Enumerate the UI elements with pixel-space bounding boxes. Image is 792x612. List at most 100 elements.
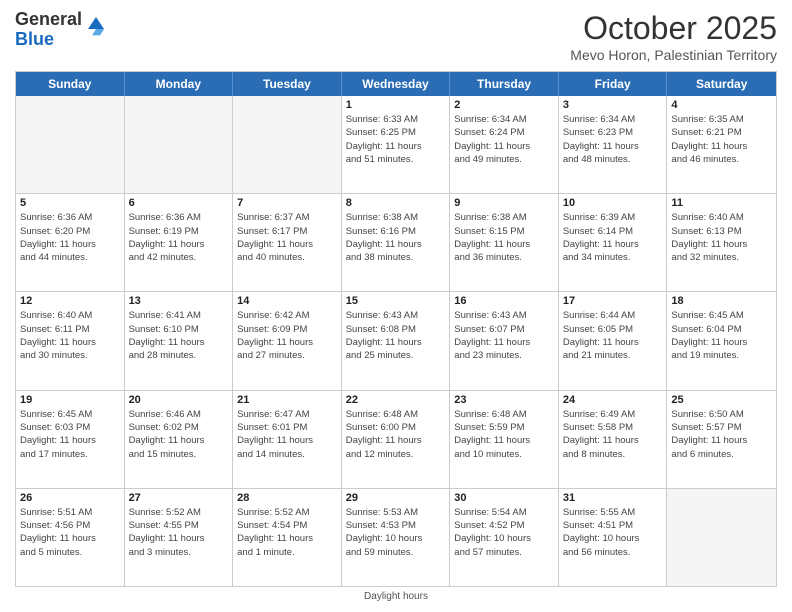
day-number: 5 [20, 197, 120, 209]
week-row-1: 1 Sunrise: 6:33 AM Sunset: 6:25 PM Daylig… [16, 96, 776, 194]
week-row-2: 5 Sunrise: 6:36 AM Sunset: 6:20 PM Daylig… [16, 194, 776, 292]
day-cell: 8 Sunrise: 6:38 AM Sunset: 6:16 PM Daylig… [342, 194, 451, 291]
day-info: Sunrise: 6:49 AM Sunset: 5:58 PM Dayligh… [563, 408, 663, 461]
day-cell: 21 Sunrise: 6:47 AM Sunset: 6:01 PM Dayli… [233, 391, 342, 488]
day-number: 28 [237, 492, 337, 504]
day-info: Sunrise: 6:33 AM Sunset: 6:25 PM Dayligh… [346, 113, 446, 166]
day-header-friday: Friday [559, 72, 668, 96]
day-info: Sunrise: 6:48 AM Sunset: 5:59 PM Dayligh… [454, 408, 554, 461]
day-cell: 17 Sunrise: 6:44 AM Sunset: 6:05 PM Dayli… [559, 292, 668, 389]
day-number: 23 [454, 394, 554, 406]
day-header-monday: Monday [125, 72, 234, 96]
day-info: Sunrise: 6:50 AM Sunset: 5:57 PM Dayligh… [671, 408, 772, 461]
day-number: 18 [671, 295, 772, 307]
day-number: 6 [129, 197, 229, 209]
day-info: Sunrise: 6:45 AM Sunset: 6:03 PM Dayligh… [20, 408, 120, 461]
day-cell: 2 Sunrise: 6:34 AM Sunset: 6:24 PM Daylig… [450, 96, 559, 193]
footer-note: Daylight hours [15, 591, 777, 602]
day-number: 12 [20, 295, 120, 307]
logo-text: General Blue [15, 10, 82, 50]
header: General Blue October 2025 Mevo Horon, Pa… [15, 10, 777, 63]
month-title: October 2025 [570, 10, 777, 47]
day-cell [233, 96, 342, 193]
day-info: Sunrise: 6:43 AM Sunset: 6:08 PM Dayligh… [346, 309, 446, 362]
day-info: Sunrise: 6:40 AM Sunset: 6:11 PM Dayligh… [20, 309, 120, 362]
day-header-wednesday: Wednesday [342, 72, 451, 96]
day-cell: 10 Sunrise: 6:39 AM Sunset: 6:14 PM Dayli… [559, 194, 668, 291]
day-info: Sunrise: 5:54 AM Sunset: 4:52 PM Dayligh… [454, 506, 554, 559]
day-number: 24 [563, 394, 663, 406]
day-number: 27 [129, 492, 229, 504]
day-number: 17 [563, 295, 663, 307]
day-info: Sunrise: 6:39 AM Sunset: 6:14 PM Dayligh… [563, 211, 663, 264]
day-info: Sunrise: 6:36 AM Sunset: 6:19 PM Dayligh… [129, 211, 229, 264]
day-number: 2 [454, 99, 554, 111]
day-number: 25 [671, 394, 772, 406]
day-number: 8 [346, 197, 446, 209]
calendar-body: 1 Sunrise: 6:33 AM Sunset: 6:25 PM Daylig… [16, 96, 776, 586]
day-info: Sunrise: 5:52 AM Sunset: 4:54 PM Dayligh… [237, 506, 337, 559]
day-info: Sunrise: 6:42 AM Sunset: 6:09 PM Dayligh… [237, 309, 337, 362]
day-number: 13 [129, 295, 229, 307]
day-cell: 22Sunrise: 6:48 AM Sunset: 6:00 PM Dayli… [342, 391, 451, 488]
day-info: Sunrise: 6:43 AM Sunset: 6:07 PM Dayligh… [454, 309, 554, 362]
day-info: Sunrise: 6:46 AM Sunset: 6:02 PM Dayligh… [129, 408, 229, 461]
day-cell [667, 489, 776, 586]
day-cell [16, 96, 125, 193]
day-info: Sunrise: 6:34 AM Sunset: 6:23 PM Dayligh… [563, 113, 663, 166]
day-cell: 24 Sunrise: 6:49 AM Sunset: 5:58 PM Dayli… [559, 391, 668, 488]
day-info: Sunrise: 6:45 AM Sunset: 6:04 PM Dayligh… [671, 309, 772, 362]
day-cell: 16 Sunrise: 6:43 AM Sunset: 6:07 PM Dayli… [450, 292, 559, 389]
day-info: Sunrise: 5:51 AM Sunset: 4:56 PM Dayligh… [20, 506, 120, 559]
day-header-thursday: Thursday [450, 72, 559, 96]
day-header-sunday: Sunday [16, 72, 125, 96]
logo-icon [84, 13, 108, 37]
day-info: Sunrise: 6:36 AM Sunset: 6:20 PM Dayligh… [20, 211, 120, 264]
day-number: 1 [346, 99, 446, 111]
day-cell: 25 Sunrise: 6:50 AM Sunset: 5:57 PM Dayli… [667, 391, 776, 488]
day-number: 7 [237, 197, 337, 209]
day-cell: 26Sunrise: 5:51 AM Sunset: 4:56 PM Dayli… [16, 489, 125, 586]
day-info: Sunrise: 5:53 AM Sunset: 4:53 PM Dayligh… [346, 506, 446, 559]
day-cell: 29 Sunrise: 5:53 AM Sunset: 4:53 PM Dayli… [342, 489, 451, 586]
day-cell: 5 Sunrise: 6:36 AM Sunset: 6:20 PM Daylig… [16, 194, 125, 291]
day-header-saturday: Saturday [667, 72, 776, 96]
day-cell [125, 96, 234, 193]
day-number: 22 [346, 394, 446, 406]
day-number: 31 [563, 492, 663, 504]
day-number: 9 [454, 197, 554, 209]
day-cell: 19 Sunrise: 6:45 AM Sunset: 6:03 PM Dayli… [16, 391, 125, 488]
day-header-tuesday: Tuesday [233, 72, 342, 96]
day-cell: 31 Sunrise: 5:55 AM Sunset: 4:51 PM Dayli… [559, 489, 668, 586]
day-info: Sunrise: 5:55 AM Sunset: 4:51 PM Dayligh… [563, 506, 663, 559]
logo-general: General [15, 10, 82, 30]
day-number: 10 [563, 197, 663, 209]
day-number: 19 [20, 394, 120, 406]
day-info: Sunrise: 6:34 AM Sunset: 6:24 PM Dayligh… [454, 113, 554, 166]
day-info: Sunrise: 6:40 AM Sunset: 6:13 PM Dayligh… [671, 211, 772, 264]
day-number: 14 [237, 295, 337, 307]
day-cell: 9Sunrise: 6:38 AM Sunset: 6:15 PM Daylig… [450, 194, 559, 291]
calendar: SundayMondayTuesdayWednesdayThursdayFrid… [15, 71, 777, 587]
day-cell: 18 Sunrise: 6:45 AM Sunset: 6:04 PM Dayli… [667, 292, 776, 389]
day-cell: 28 Sunrise: 5:52 AM Sunset: 4:54 PM Dayli… [233, 489, 342, 586]
day-number: 21 [237, 394, 337, 406]
day-cell: 27Sunrise: 5:52 AM Sunset: 4:55 PM Dayli… [125, 489, 234, 586]
day-number: 30 [454, 492, 554, 504]
day-number: 20 [129, 394, 229, 406]
day-number: 11 [671, 197, 772, 209]
day-cell: 23 Sunrise: 6:48 AM Sunset: 5:59 PM Dayli… [450, 391, 559, 488]
day-cell: 3Sunrise: 6:34 AM Sunset: 6:23 PM Daylig… [559, 96, 668, 193]
day-number: 16 [454, 295, 554, 307]
day-cell: 15 Sunrise: 6:43 AM Sunset: 6:08 PM Dayli… [342, 292, 451, 389]
day-info: Sunrise: 6:44 AM Sunset: 6:05 PM Dayligh… [563, 309, 663, 362]
day-cell: 30 Sunrise: 5:54 AM Sunset: 4:52 PM Dayli… [450, 489, 559, 586]
day-number: 15 [346, 295, 446, 307]
title-section: October 2025 Mevo Horon, Palestinian Ter… [570, 10, 777, 63]
day-cell: 6 Sunrise: 6:36 AM Sunset: 6:19 PM Daylig… [125, 194, 234, 291]
day-number: 29 [346, 492, 446, 504]
day-headers: SundayMondayTuesdayWednesdayThursdayFrid… [16, 72, 776, 96]
day-info: Sunrise: 6:47 AM Sunset: 6:01 PM Dayligh… [237, 408, 337, 461]
day-info: Sunrise: 6:38 AM Sunset: 6:16 PM Dayligh… [346, 211, 446, 264]
day-info: Sunrise: 6:35 AM Sunset: 6:21 PM Dayligh… [671, 113, 772, 166]
